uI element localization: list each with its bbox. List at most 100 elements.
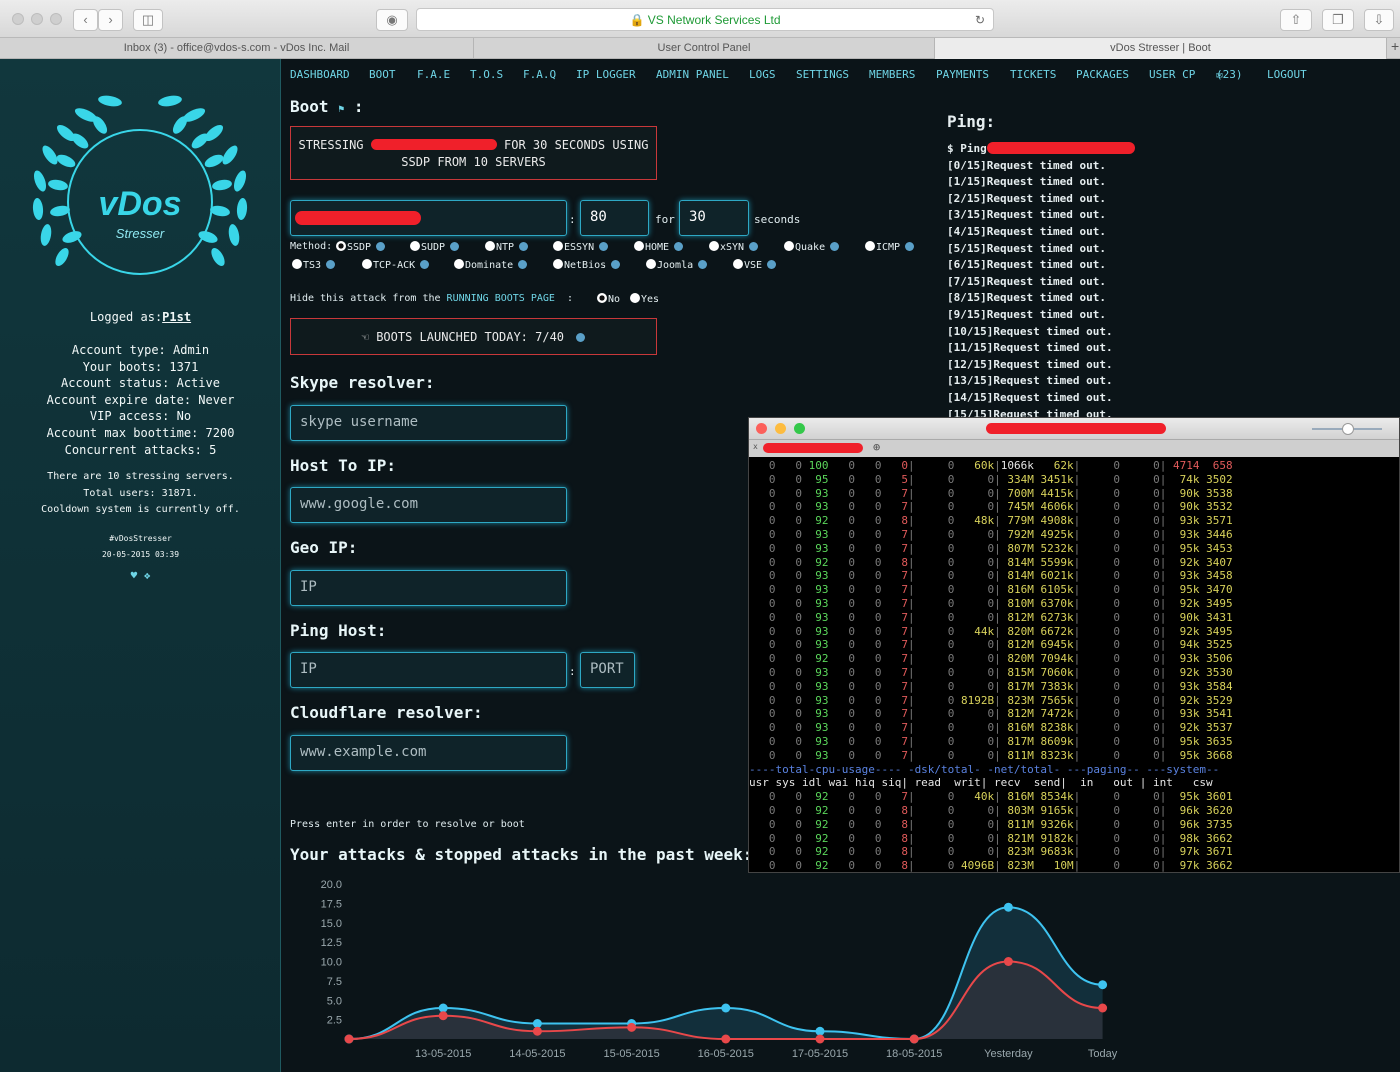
- method-icmp[interactable]: ICMP: [865, 241, 915, 253]
- cloudflare-input[interactable]: www.example.com: [290, 735, 567, 771]
- nav-payments[interactable]: PAYMENTS: [936, 68, 989, 81]
- nav-tickets[interactable]: TICKETS: [1010, 68, 1056, 81]
- method-dominate[interactable]: Dominate: [454, 259, 528, 271]
- reload-icon[interactable]: ↻: [975, 9, 985, 31]
- method-tcp-ack[interactable]: TCP-ACK: [362, 259, 430, 271]
- data-point[interactable]: [1003, 902, 1013, 912]
- nav-packages[interactable]: PACKAGES: [1076, 68, 1129, 81]
- geo-ip-input[interactable]: IP: [290, 570, 567, 606]
- heart-icon[interactable]: ♥: [131, 569, 138, 582]
- nav-settings[interactable]: SETTINGS: [796, 68, 849, 81]
- browser-toolbar: ‹ › ◫ ◉ 🔒 VS Network Services Ltd ↻ ⇧ ❐ …: [0, 0, 1400, 38]
- data-point[interactable]: [721, 1003, 731, 1013]
- back-icon[interactable]: ‹: [73, 9, 98, 31]
- hide-no-radio[interactable]: No: [597, 293, 620, 305]
- port-input[interactable]: 80: [580, 200, 649, 236]
- privacy-shield-icon[interactable]: ◉: [376, 9, 408, 31]
- terminal-row: 0 0 93 0 0 7| 0 0| 815M 7060k| 0 0| 92k …: [749, 665, 1233, 679]
- browser-tab-boot[interactable]: vDos Stresser | Boot: [935, 38, 1387, 59]
- method-netbios[interactable]: NetBios: [553, 259, 621, 271]
- close-window-icon[interactable]: [12, 13, 24, 25]
- info-icon: [767, 260, 777, 269]
- nav-logout[interactable]: LOGOUT: [1267, 68, 1307, 81]
- method-ssdp[interactable]: SSDP: [336, 241, 386, 253]
- info-icon: [420, 260, 430, 269]
- y-tick-label: 5.0: [327, 995, 342, 1007]
- ping-line: [6/15]Request timed out.: [947, 258, 1106, 272]
- method-essyn[interactable]: ESSYN: [553, 241, 609, 253]
- ping-line: [10/15]Request timed out.: [947, 324, 1113, 338]
- data-point[interactable]: [909, 1034, 919, 1044]
- method-xsyn[interactable]: xSYN: [709, 241, 759, 253]
- nav-members[interactable]: MEMBERS: [869, 68, 915, 81]
- method-quake[interactable]: Quake: [784, 241, 840, 253]
- terminal-new-tab-icon[interactable]: ⊕: [873, 440, 880, 454]
- data-point[interactable]: [721, 1034, 731, 1044]
- method-ntp[interactable]: NTP: [485, 241, 529, 253]
- x-tick-label: 15-05-2015: [603, 1048, 659, 1060]
- terminal-row: 0 0 92 0 0 8| 0 0| 811M 9326k| 0 0| 96k …: [749, 817, 1233, 831]
- laurel-logo-icon: vDos Stresser: [32, 93, 249, 275]
- terminal-slider-knob[interactable]: [1342, 423, 1354, 435]
- nav-tos[interactable]: T.O.S: [470, 68, 503, 81]
- info-icon: [674, 242, 684, 251]
- method-home[interactable]: HOME: [634, 241, 684, 253]
- nav-faq[interactable]: F.A.Q: [523, 68, 556, 81]
- nav-user-cp[interactable]: USER CP: [1149, 68, 1195, 81]
- running-boots-link[interactable]: RUNNING BOOTS PAGE: [447, 293, 555, 304]
- data-point[interactable]: [815, 1026, 825, 1036]
- address-bar[interactable]: 🔒 VS Network Services Ltd ↻: [416, 8, 994, 31]
- method-vse[interactable]: VSE: [733, 259, 777, 271]
- tabs-overview-icon[interactable]: ❐: [1322, 9, 1354, 31]
- twitter-icon[interactable]: ❖: [144, 569, 151, 582]
- data-point[interactable]: [815, 1034, 825, 1044]
- forward-icon[interactable]: ›: [98, 9, 123, 31]
- nav-ip-logger[interactable]: IP LOGGER: [576, 68, 636, 81]
- skype-input[interactable]: skype username: [290, 405, 567, 441]
- data-point[interactable]: [1098, 980, 1108, 990]
- method-joomla[interactable]: Joomla: [646, 259, 708, 271]
- data-point[interactable]: [627, 1022, 637, 1032]
- sidebar-toggle-icon[interactable]: ◫: [133, 9, 163, 31]
- data-point[interactable]: [344, 1034, 354, 1044]
- minimize-window-icon[interactable]: [31, 13, 43, 25]
- nav-fae[interactable]: F.A.E: [417, 68, 450, 81]
- logged-as-user-link[interactable]: P1st: [162, 310, 191, 324]
- terminal-close-icon[interactable]: [756, 423, 767, 434]
- browser-tab-user-control-panel[interactable]: User Control Panel: [474, 38, 935, 59]
- share-icon[interactable]: ⇧: [1280, 9, 1312, 31]
- new-tab-icon[interactable]: +: [1391, 38, 1399, 54]
- time-input[interactable]: 30: [679, 200, 749, 236]
- rss-icon: ⚑: [338, 104, 345, 115]
- boot-launch-button[interactable]: ☜ BOOTS LAUNCHED TODAY: 7/40: [290, 318, 657, 355]
- data-point[interactable]: [532, 1026, 542, 1036]
- data-point[interactable]: [1098, 1003, 1108, 1013]
- method-ts3[interactable]: TS3: [292, 259, 336, 271]
- downloads-icon[interactable]: ⇩: [1364, 9, 1394, 31]
- nav-admin-panel[interactable]: ADMIN PANEL: [656, 68, 729, 81]
- data-point[interactable]: [438, 1003, 448, 1013]
- nav-boot[interactable]: BOOT: [369, 68, 396, 81]
- nav-logs[interactable]: LOGS: [749, 68, 776, 81]
- terminal-tab-close-icon[interactable]: x: [753, 442, 761, 451]
- host-to-ip-input[interactable]: www.google.com: [290, 487, 567, 523]
- logged-as: Logged as:P1st: [0, 309, 281, 326]
- data-point[interactable]: [532, 1019, 542, 1028]
- ping-line: [2/15]Request timed out.: [947, 191, 1106, 205]
- data-point[interactable]: [438, 1011, 448, 1021]
- method-sudp[interactable]: SUDP: [410, 241, 460, 253]
- nav-dashboard[interactable]: DASHBOARD: [290, 68, 350, 81]
- ping-host-ip-input[interactable]: IP: [290, 652, 567, 688]
- target-host-input[interactable]: [290, 200, 567, 236]
- ping-host-port-input[interactable]: PORT: [580, 652, 635, 688]
- browser-tab-mail[interactable]: Inbox (3) - office@vdos-s.com - vDos Inc…: [0, 38, 474, 59]
- zoom-window-icon[interactable]: [50, 13, 62, 25]
- terminal-zoom-icon[interactable]: [794, 423, 805, 434]
- boots-launched-today: BOOTS LAUNCHED TODAY: 7/40: [376, 330, 565, 344]
- data-point[interactable]: [1003, 957, 1013, 966]
- server-info: There are 10 stressing servers. Total us…: [0, 469, 281, 519]
- hide-yes-radio[interactable]: Yes: [630, 293, 659, 305]
- terminal-minimize-icon[interactable]: [775, 423, 786, 434]
- redacted-terminal-title: [986, 423, 1166, 434]
- ping-line: [5/15]Request timed out.: [947, 241, 1106, 255]
